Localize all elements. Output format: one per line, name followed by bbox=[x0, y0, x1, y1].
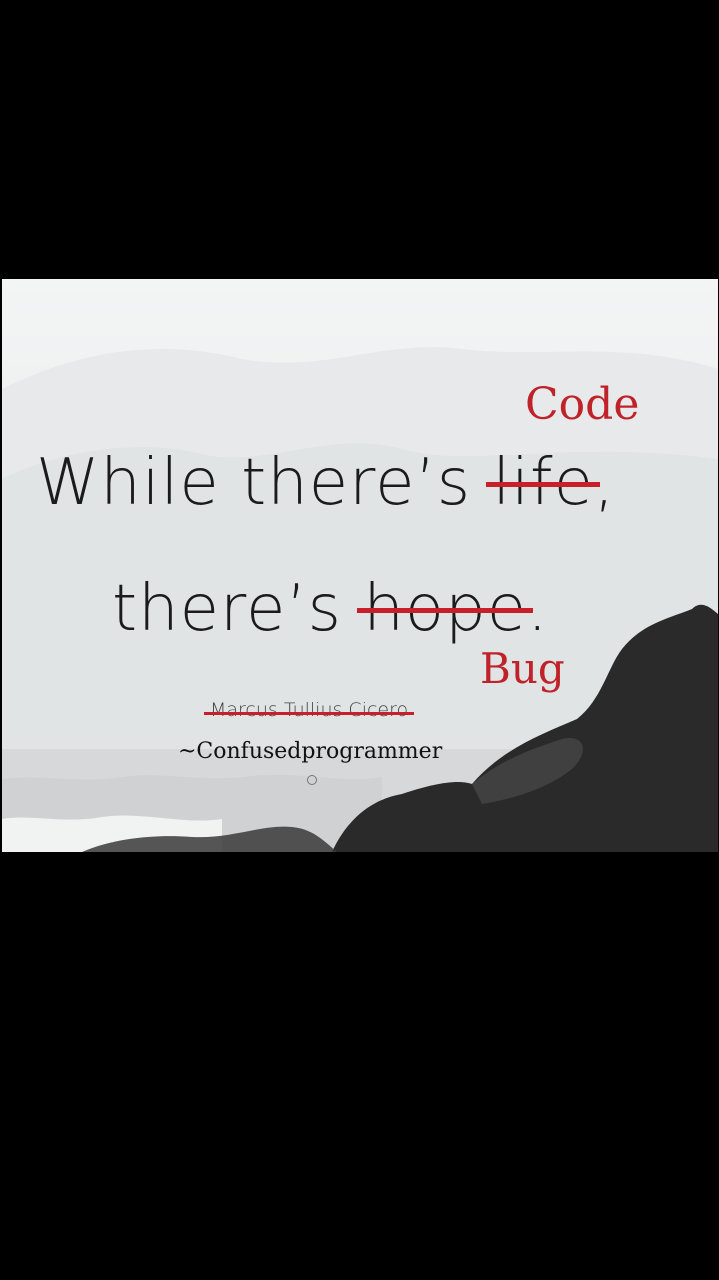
quote-line-1-prefix: While there’s bbox=[36, 446, 493, 520]
correction-code: Code bbox=[525, 379, 640, 430]
new-author: ~Confusedprogrammer bbox=[178, 739, 443, 764]
struck-word-hope: hope bbox=[363, 572, 528, 646]
struck-word-life: life bbox=[492, 446, 594, 520]
quote-line-2-prefix: there’s bbox=[112, 572, 364, 646]
correction-bug: Bug bbox=[480, 644, 565, 693]
small-circle-icon bbox=[307, 775, 317, 785]
meme-image: Code While there’s life, there’s hope. B… bbox=[2, 279, 718, 852]
quote-line-2: there’s hope. bbox=[112, 577, 548, 641]
quote-line-1: While there’s life, bbox=[36, 451, 615, 515]
struck-original-author: Marcus Tullius Cicero bbox=[203, 699, 415, 721]
misty-coastline-background bbox=[2, 347, 718, 852]
